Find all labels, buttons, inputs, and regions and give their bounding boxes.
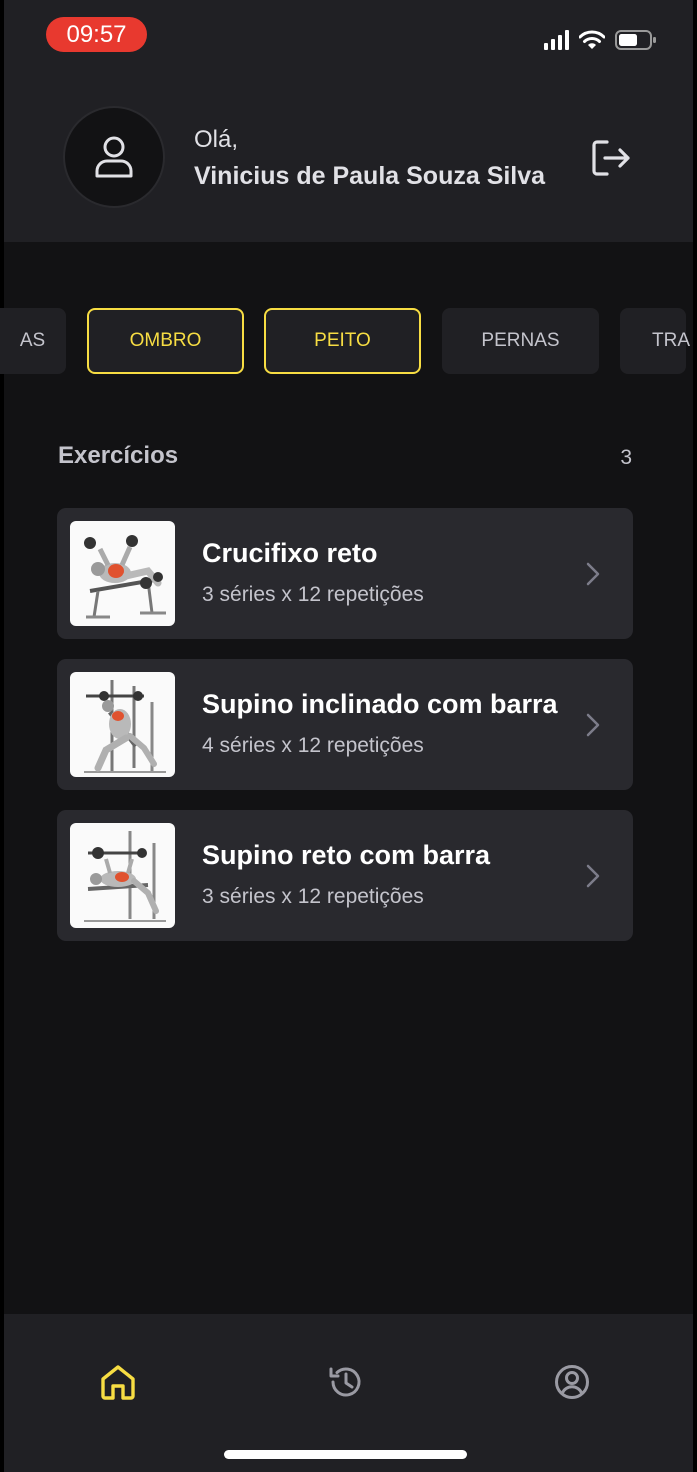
exercise-name: Supino inclinado com barra: [202, 689, 558, 719]
profile-icon: [555, 1365, 589, 1399]
group-label: TRA: [652, 330, 690, 351]
logout-button[interactable]: [588, 136, 634, 180]
app-screen: 09:57 Olá, Vinicius de Paula Souza Silva…: [0, 0, 697, 1472]
logout-icon: [592, 140, 630, 176]
group-label: AS: [19, 330, 46, 351]
exercise-card[interactable]: Supino inclinado com barra 4 séries x 12…: [57, 659, 633, 790]
status-icons: [544, 27, 657, 53]
exercise-name: Crucifixo reto: [202, 538, 378, 568]
tab-home[interactable]: [98, 1362, 138, 1402]
tab-history[interactable]: [325, 1362, 365, 1402]
exercise-card[interactable]: Supino reto com barra 3 séries x 12 repe…: [57, 810, 633, 941]
battery-icon: [615, 30, 656, 50]
group-chip-ombro[interactable]: OMBRO: [87, 308, 244, 374]
exercises-count: 3: [620, 446, 632, 469]
home-header: 09:57 Olá, Vinicius de Paula Souza Silva: [4, 0, 693, 242]
group-label: PEITO: [314, 330, 371, 351]
group-label: OMBRO: [129, 330, 202, 351]
exercise-card[interactable]: Crucifixo reto 3 séries x 12 repetições: [57, 508, 633, 639]
wifi-icon: [579, 30, 605, 49]
exercise-thumbnail: [70, 823, 175, 928]
user-icon: [95, 136, 133, 178]
exercise-detail: 3 séries x 12 repetições: [202, 885, 424, 908]
group-chip[interactable]: AS: [0, 308, 66, 374]
tab-profile[interactable]: [552, 1362, 592, 1402]
group-chip-pernas[interactable]: PERNAS: [442, 308, 599, 374]
exercise-thumbnail: [70, 521, 175, 626]
screen-edge-right: [693, 0, 697, 1472]
chevron-right-icon: [586, 562, 600, 586]
greeting-text: Olá,: [194, 126, 239, 153]
exercise-detail: 4 séries x 12 repetições: [202, 734, 424, 757]
home-icon: [101, 1365, 135, 1400]
bottom-tab-bar: [4, 1314, 693, 1472]
status-time: 09:57: [46, 17, 147, 52]
chevron-right-icon: [586, 713, 600, 737]
exercise-detail: 3 séries x 12 repetições: [202, 583, 424, 606]
group-chip[interactable]: TRA: [620, 308, 690, 374]
exercises-heading: Exercícios: [58, 442, 179, 469]
muscle-group-list: AS OMBRO PEITO PERNAS TRA: [0, 308, 697, 374]
user-name: Vinicius de Paula Souza Silva: [194, 162, 546, 190]
home-indicator[interactable]: [224, 1450, 467, 1459]
history-icon: [329, 1367, 361, 1397]
chevron-right-icon: [586, 864, 600, 888]
exercise-thumbnail: [70, 672, 175, 777]
group-chip-peito[interactable]: PEITO: [264, 308, 421, 374]
signal-icon: [544, 30, 569, 50]
avatar[interactable]: [63, 106, 165, 208]
group-label: PERNAS: [481, 330, 560, 351]
exercise-name: Supino reto com barra: [202, 840, 491, 870]
